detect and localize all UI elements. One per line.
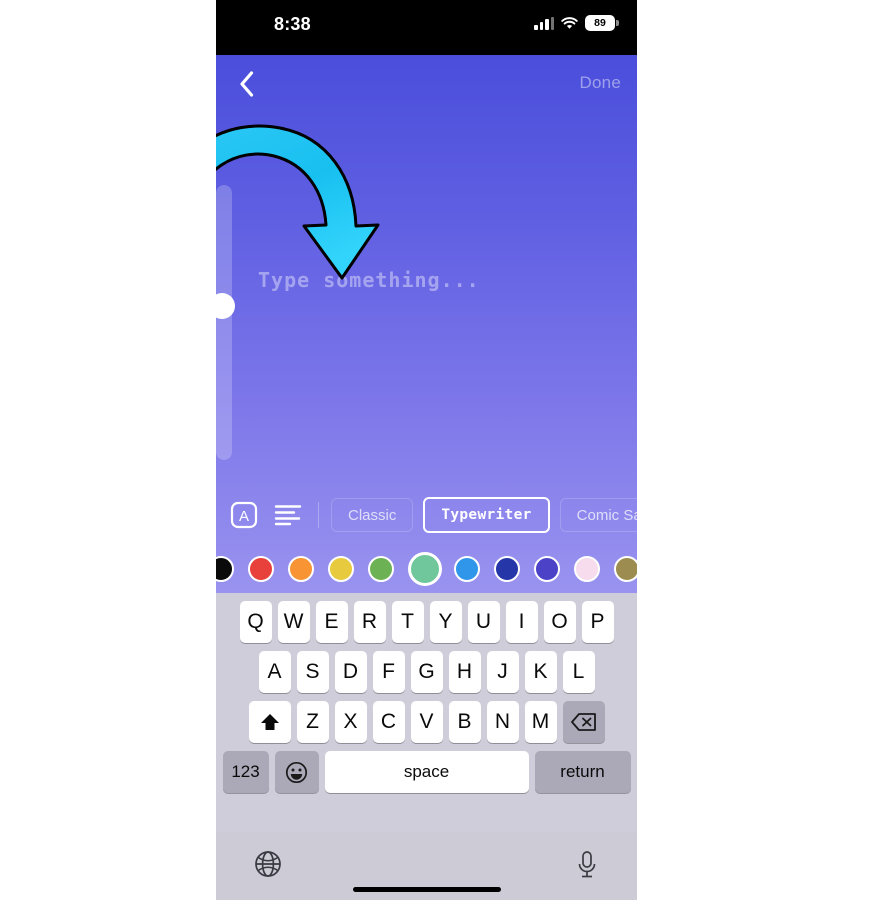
keyboard-row-1: Q W E R T Y U I O P [216,601,637,643]
text-input-placeholder[interactable]: Type something... [258,268,480,292]
color-picker-row [216,545,637,593]
color-swatch-olive[interactable] [614,556,637,582]
color-swatch-blue[interactable] [454,556,480,582]
color-swatch-indigo[interactable] [534,556,560,582]
color-swatch-mint[interactable] [408,552,442,586]
keyboard-bottom-bar [216,832,637,900]
numbers-key[interactable]: 123 [222,751,269,793]
color-swatch-pink[interactable] [574,556,600,582]
key-f[interactable]: F [372,651,405,693]
key-o[interactable]: O [543,601,576,643]
color-swatch-navy[interactable] [494,556,520,582]
status-bar-indicators: 89 [534,15,619,31]
key-s[interactable]: S [296,651,329,693]
key-b[interactable]: B [448,701,481,743]
key-k[interactable]: K [524,651,557,693]
key-w[interactable]: W [277,601,310,643]
color-swatch-orange[interactable] [288,556,314,582]
wifi-icon [561,16,578,30]
color-swatch-red[interactable] [248,556,274,582]
key-u[interactable]: U [467,601,500,643]
keyboard-row-4: 123 space return [216,751,637,793]
letter-a-boxed-icon[interactable]: A [228,499,260,531]
text-size-slider[interactable] [216,185,235,460]
key-x[interactable]: X [334,701,367,743]
key-c[interactable]: C [372,701,405,743]
key-p[interactable]: P [581,601,614,643]
key-d[interactable]: D [334,651,367,693]
key-g[interactable]: G [410,651,443,693]
key-r[interactable]: R [353,601,386,643]
key-y[interactable]: Y [429,601,462,643]
key-q[interactable]: Q [239,601,272,643]
battery-percent: 89 [594,16,606,29]
font-toolbar: A Classic Typewriter Comic Sa [216,490,637,540]
signal-bars-icon [534,16,554,30]
key-z[interactable]: Z [296,701,329,743]
phone-screen: 8:38 89 Done Type something... A Classic… [216,0,637,900]
key-a[interactable]: A [258,651,291,693]
key-n[interactable]: N [486,701,519,743]
key-i[interactable]: I [505,601,538,643]
return-key[interactable]: return [534,751,631,793]
backspace-delete-icon[interactable] [562,701,605,743]
back-chevron-icon[interactable] [230,67,264,101]
globe-language-icon[interactable] [254,850,282,883]
microphone-icon[interactable] [575,850,599,885]
text-size-slider-thumb[interactable] [216,293,235,319]
story-text-editor[interactable]: Done Type something... A Classic Typewri… [216,55,637,593]
battery-icon: 89 [585,15,619,31]
on-screen-keyboard: Q W E R T Y U I O P A S D F G H J K L Z … [216,593,637,900]
key-t[interactable]: T [391,601,424,643]
toolbar-divider [318,502,319,528]
font-chip-typewriter[interactable]: Typewriter [423,497,550,533]
key-l[interactable]: L [562,651,595,693]
status-bar-time: 8:38 [274,14,311,34]
key-v[interactable]: V [410,701,443,743]
space-key[interactable]: space [324,751,529,793]
svg-text:A: A [239,508,249,525]
emoji-smiley-icon[interactable] [274,751,319,793]
status-bar: 8:38 89 [216,0,637,55]
key-h[interactable]: H [448,651,481,693]
color-swatch-black[interactable] [216,556,234,582]
font-chip-classic[interactable]: Classic [331,498,414,532]
key-e[interactable]: E [315,601,348,643]
key-j[interactable]: J [486,651,519,693]
color-swatch-green[interactable] [368,556,394,582]
text-align-left-icon[interactable] [272,499,304,531]
shift-up-arrow-icon[interactable] [248,701,291,743]
font-chip-comic-sans[interactable]: Comic Sa [559,498,637,532]
keyboard-row-3: Z X C V B N M [216,701,637,743]
keyboard-row-2: A S D F G H J K L [216,651,637,693]
color-swatch-yellow[interactable] [328,556,354,582]
done-button[interactable]: Done [580,73,621,93]
key-m[interactable]: M [524,701,557,743]
home-indicator [352,887,501,892]
